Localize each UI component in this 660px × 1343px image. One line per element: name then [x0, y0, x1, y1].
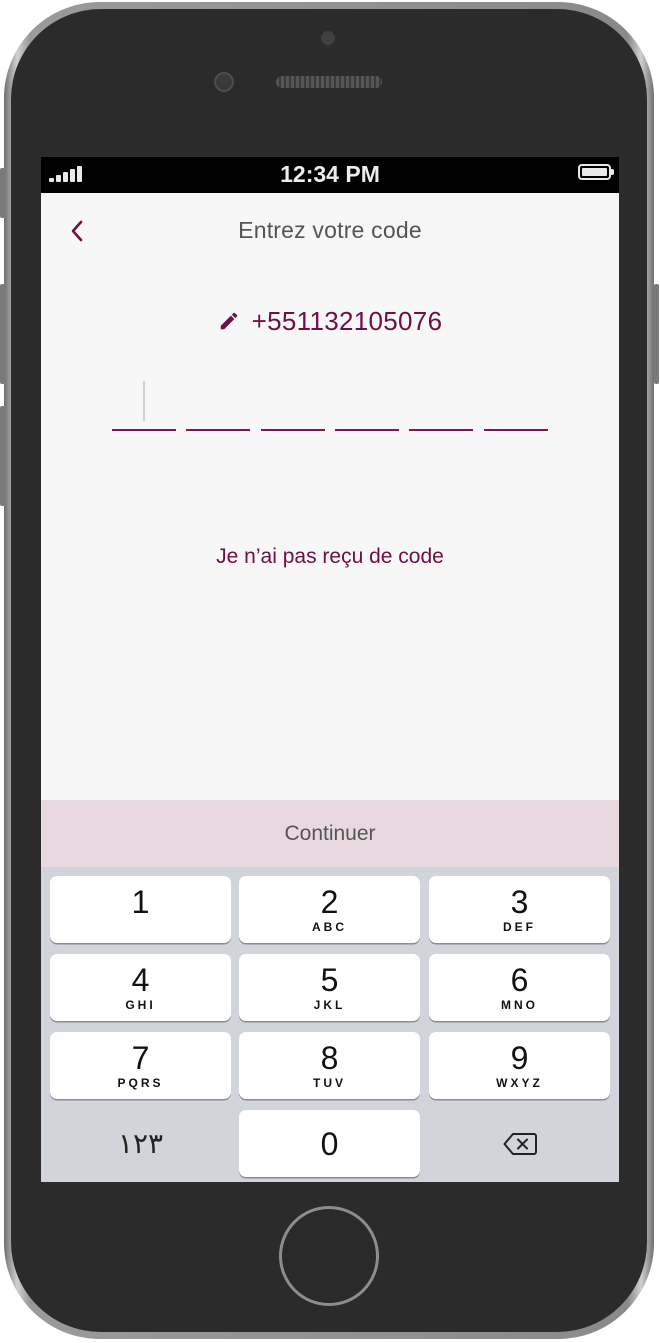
key-digit: 9 [510, 1039, 529, 1076]
numeric-keypad: 1 2 ABC 3 DEF 4 GHI 5 JKL 6 MNO 7 PQRS 8 [41, 867, 619, 1182]
key-letters: JKL [313, 997, 346, 1012]
key-9[interactable]: 9 WXYZ [429, 1032, 610, 1099]
key-5[interactable]: 5 JKL [239, 954, 420, 1021]
volume-down-button [0, 406, 5, 506]
key-digit: 5 [320, 961, 339, 998]
status-bar: 12:34 PM [41, 157, 619, 193]
front-camera [214, 72, 234, 92]
key-letters: TUV [313, 1075, 346, 1090]
key-digit: 4 [131, 961, 150, 998]
key-4[interactable]: 4 GHI [50, 954, 231, 1021]
key-digit: 7 [131, 1039, 150, 1076]
continue-button[interactable]: Continuer [41, 800, 619, 867]
key-letters: ABC [312, 919, 347, 934]
code-digit-5[interactable] [409, 375, 473, 431]
key-digit: 2 [320, 883, 339, 920]
power-button [654, 284, 659, 384]
key-0[interactable]: 0 [239, 1110, 420, 1177]
code-digit-2[interactable] [186, 375, 250, 431]
key-1[interactable]: 1 [50, 876, 231, 943]
phone-number-row[interactable]: +551132105076 [41, 301, 619, 341]
symbols-key[interactable]: ١٢٣ [50, 1110, 231, 1177]
key-digit: 6 [510, 961, 529, 998]
key-digit: 3 [510, 883, 529, 920]
screen: 12:34 PM Entrez votre code +551132105076… [41, 157, 619, 1182]
backspace-icon [503, 1132, 537, 1155]
key-3[interactable]: 3 DEF [429, 876, 610, 943]
key-digit: 1 [131, 883, 150, 920]
battery-icon [578, 164, 614, 180]
code-digit-3[interactable] [261, 375, 325, 431]
key-7[interactable]: 7 PQRS [50, 1032, 231, 1099]
header: Entrez votre code [41, 193, 619, 273]
phone-number: +551132105076 [251, 305, 443, 336]
status-time: 12:34 PM [280, 161, 380, 187]
proximity-sensor [321, 31, 335, 45]
mute-switch [0, 168, 5, 218]
volume-up-button [0, 284, 5, 384]
key-letters: MNO [501, 997, 538, 1012]
key-letters: DEF [503, 919, 536, 934]
code-digit-6[interactable] [484, 375, 548, 431]
symbols-key-label: ١٢٣ [117, 1128, 164, 1159]
earpiece-speaker [276, 76, 382, 88]
page-title: Entrez votre code [238, 217, 422, 243]
key-8[interactable]: 8 TUV [239, 1032, 420, 1099]
resend-code-link[interactable]: Je n’ai pas reçu de code [41, 545, 619, 569]
key-letters: PQRS [117, 1075, 164, 1090]
key-letters: WXYZ [496, 1075, 543, 1090]
key-digit: 8 [320, 1039, 339, 1076]
key-2[interactable]: 2 ABC [239, 876, 420, 943]
code-digit-4[interactable] [335, 375, 399, 431]
text-cursor [143, 381, 145, 421]
delete-key[interactable] [429, 1110, 610, 1177]
key-letters: GHI [125, 997, 156, 1012]
key-6[interactable]: 6 MNO [429, 954, 610, 1021]
home-button[interactable] [279, 1206, 379, 1306]
pencil-icon[interactable] [218, 310, 240, 332]
code-input[interactable] [112, 375, 548, 433]
key-digit: 0 [320, 1125, 339, 1162]
